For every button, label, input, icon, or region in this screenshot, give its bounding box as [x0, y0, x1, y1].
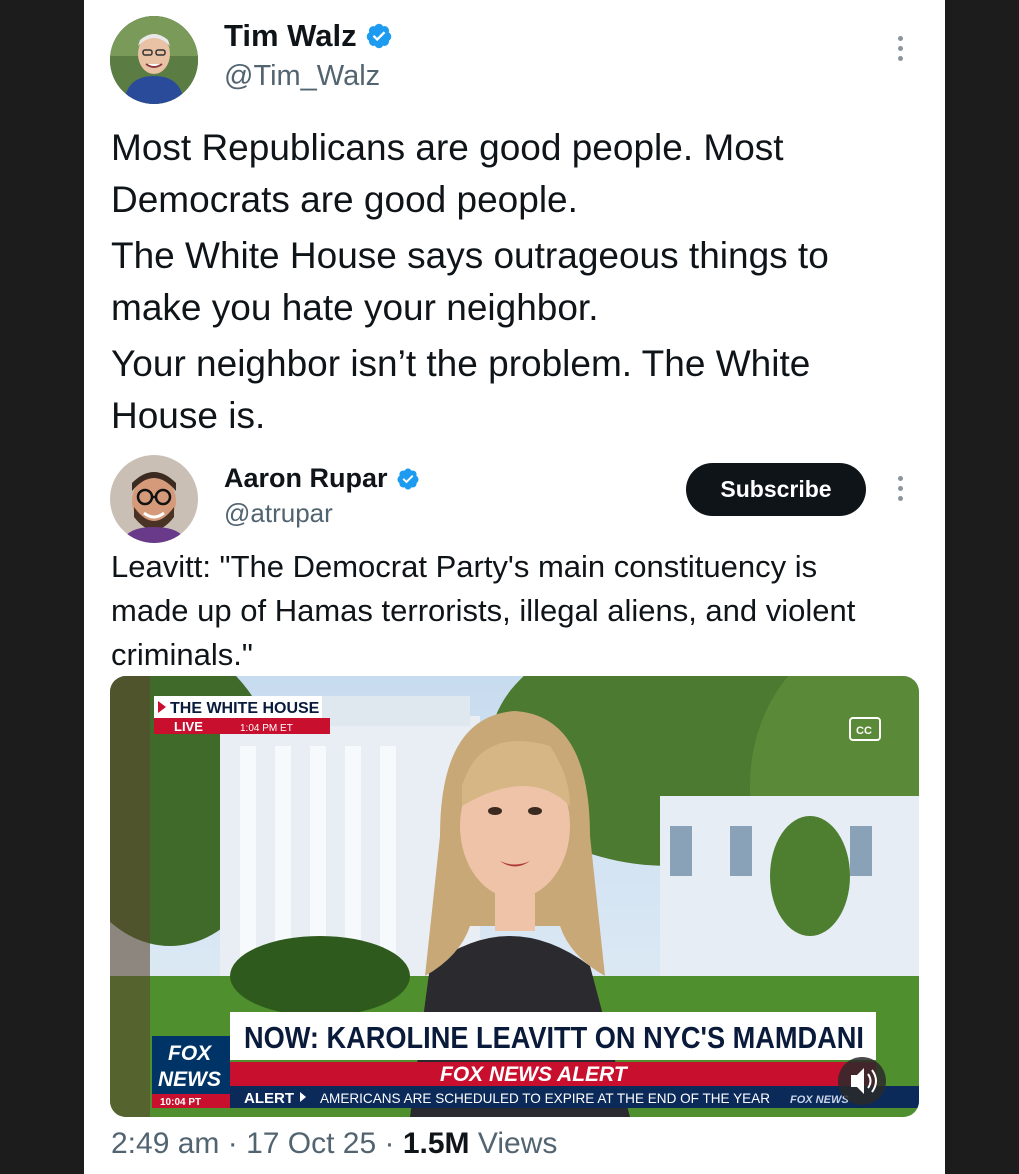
live-label: LIVE [174, 719, 203, 734]
verified-badge-icon [366, 23, 391, 49]
tweet-paragraph: Your neighbor isn’t the problem. The Whi… [111, 343, 811, 436]
author-avatar[interactable] [110, 16, 198, 104]
verified-badge-icon [397, 468, 419, 489]
logo-line2: NEWS [158, 1068, 221, 1091]
quoted-author-handle[interactable]: @atrupar [224, 498, 333, 529]
ticker-logo: FOX NEWS [790, 1094, 849, 1106]
tweet-paragraph: Most Republicans are good people. Most D… [111, 127, 784, 220]
tweet-card: Tim Walz @Tim_Walz Most Republicans are … [84, 0, 945, 1174]
more-options-icon[interactable] [898, 476, 903, 501]
author-name[interactable]: Tim Walz [224, 18, 393, 54]
tweet-date[interactable]: 17 Oct 25 [246, 1127, 376, 1160]
ticker-label: ALERT [244, 1090, 294, 1107]
quoted-tweet-body: Leavitt: "The Democrat Party's main cons… [111, 549, 856, 672]
alert-banner: FOX NEWS ALERT [440, 1063, 629, 1086]
logo-time: 10:04 PT [160, 1097, 201, 1108]
views-count: 1.5M [402, 1127, 470, 1160]
location-tag: THE WHITE HOUSE [170, 700, 320, 717]
tweet-paragraph: The White House says outrageous things t… [111, 235, 829, 328]
ticker-text: AMERICANS ARE SCHEDULED TO EXPIRE AT THE… [320, 1090, 770, 1106]
tweet-time[interactable]: 2:49 am [111, 1127, 219, 1160]
author-handle[interactable]: @Tim_Walz [224, 60, 380, 93]
tweet-meta: 2:49 am · 17 Oct 25 · 1.5M Views [111, 1127, 558, 1160]
views-label: Views [477, 1127, 558, 1160]
quoted-author-avatar[interactable] [110, 455, 198, 543]
video-frame: THE WHITE HOUSE LIVE 1:04 PM ET CC NOW: … [110, 676, 919, 1117]
headline: NOW: KAROLINE LEAVITT ON NYC'S MAMDANI [244, 1020, 864, 1055]
quoted-author-name[interactable]: Aaron Rupar [224, 463, 420, 494]
more-options-icon[interactable] [898, 36, 903, 61]
quoted-author-name-text: Aaron Rupar [224, 463, 388, 493]
live-time: 1:04 PM ET [240, 723, 293, 734]
subscribe-button[interactable]: Subscribe [686, 463, 866, 516]
cc-label: CC [856, 725, 872, 737]
logo-line1: FOX [168, 1042, 213, 1065]
author-name-text: Tim Walz [224, 18, 357, 53]
tweet-body: Most Republicans are good people. Most D… [111, 122, 911, 446]
video-player[interactable]: THE WHITE HOUSE LIVE 1:04 PM ET CC NOW: … [110, 676, 919, 1117]
